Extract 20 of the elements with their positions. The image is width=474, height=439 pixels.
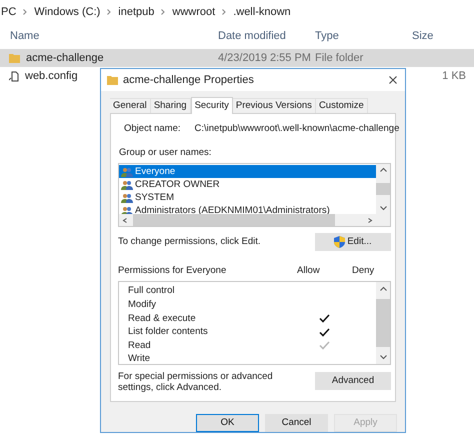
permission-name: Write: [127, 352, 151, 366]
size-cell-text: 1 KB: [441, 68, 467, 84]
allow-header: Allow: [297, 264, 321, 278]
object-name-label: Object name:: [124, 122, 180, 136]
change-hint: To change permissions, click Edit.: [118, 235, 261, 250]
advanced-hint: For special permissions or advanced settings, click Advanced.: [118, 370, 274, 393]
date-cell-text: 4/23/2019 2:55 PM: [218, 50, 312, 66]
file-name: acme-challenge: [26, 50, 104, 66]
group-label: Group or user names:: [118, 146, 212, 160]
permission-name: Modify: [127, 298, 157, 312]
object-name: C:\inetpub\wwwroot\.well-known\acme-challenge: [194, 122, 400, 136]
permission-name: Read: [127, 338, 152, 353]
permission-name: Read & execute: [127, 312, 197, 326]
type-cell-text: File folder: [315, 50, 364, 66]
permission-name: Full control: [127, 284, 176, 298]
window-title: acme-challenge Properties: [123, 72, 255, 88]
file-name: web.config: [25, 68, 78, 84]
permissions-label: Permissions for Everyone: [118, 264, 228, 278]
deny-header: Deny: [352, 264, 374, 278]
permission-name: List folder contents: [127, 325, 209, 340]
